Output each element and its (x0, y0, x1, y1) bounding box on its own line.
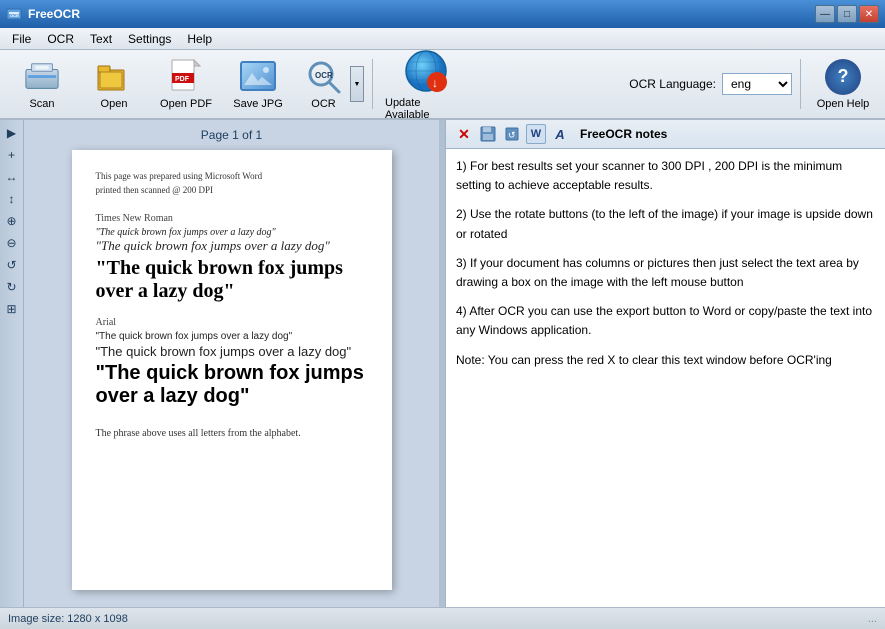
app-icon: OCR (6, 6, 22, 22)
fit-height-button[interactable]: ↕ (3, 190, 21, 208)
ocr-language-select[interactable]: eng fra deu (722, 73, 792, 95)
nav-button[interactable]: ▶ (3, 124, 21, 142)
svg-text:OCR: OCR (315, 71, 333, 80)
rotate-icon: ↺ (504, 126, 520, 142)
fit-width-button[interactable]: ↔ (3, 168, 21, 186)
scan-icon (24, 59, 60, 95)
open-pdf-label: Open PDF (160, 98, 212, 110)
rotate-right-button[interactable]: ↻ (3, 278, 21, 296)
save-text-button[interactable] (478, 124, 498, 144)
status-dots: ... (868, 613, 877, 625)
zoom-plus-button[interactable]: ⊕ (3, 212, 21, 230)
menu-file[interactable]: File (4, 30, 39, 48)
image-area[interactable]: Page 1 of 1 This page was prepared using… (24, 120, 439, 607)
page-indicator: Page 1 of 1 (201, 128, 262, 142)
note-5: Note: You can press the red X to clear t… (456, 351, 875, 370)
zoom-minus-button[interactable]: ⊖ (3, 234, 21, 252)
toolbar-separator-2 (800, 59, 801, 109)
ocr-language-label: OCR Language: (629, 77, 716, 91)
ocr-label: OCR (311, 98, 335, 110)
page-footer-section: The phrase above uses all letters from t… (96, 428, 368, 439)
page-intro-text: This page was prepared using Microsoft W… (96, 170, 368, 197)
note-2: 2) Use the rotate buttons (to the left o… (456, 205, 875, 243)
arial-section: Arial "The quick brown fox jumps over a … (96, 317, 368, 408)
toolbar-separator-1 (372, 59, 373, 109)
update-available-button[interactable]: ↓ Update Available (381, 44, 471, 125)
status-bar: Image size: 1280 x 1098 ... (0, 607, 885, 629)
font2-quote3: "The quick brown fox jumps over a lazy d… (96, 362, 368, 408)
font2-label: Arial (96, 317, 368, 328)
image-size-label: Image size: 1280 x 1098 (8, 613, 128, 625)
close-button[interactable]: ✕ (859, 5, 879, 23)
svg-text:↓: ↓ (432, 76, 438, 90)
note-4: 4) After OCR you can use the export butt… (456, 302, 875, 340)
title-bar-left: OCR FreeOCR (6, 6, 80, 22)
ocr-dropdown-icon: ▼ (354, 81, 361, 88)
svg-text:↺: ↺ (508, 130, 516, 140)
right-panel: ✕ ↺ W A FreeOCR notes 1) For best result… (445, 120, 885, 607)
clear-text-button[interactable]: ✕ (454, 124, 474, 144)
left-toolbar: ▶ + ↔ ↕ ⊕ ⊖ ↺ ↻ ⊞ (0, 120, 24, 607)
font1-quote3: "The quick brown fox jumps over a lazy d… (96, 257, 368, 303)
ocr-button[interactable]: OCR OCR (296, 55, 350, 113)
font1-quote2: "The quick brown fox jumps over a lazy d… (96, 238, 368, 254)
update-label: Update Available (385, 97, 467, 121)
font-button[interactable]: A (550, 124, 570, 144)
toolbar: Scan Open PDF Open PDF (0, 50, 885, 120)
update-icon: ↓ (403, 48, 449, 97)
open-help-button[interactable]: ? Open Help (809, 55, 877, 113)
scan-label: Scan (29, 98, 54, 110)
ocr-button-group: OCR OCR ▼ (296, 55, 364, 113)
help-label: Open Help (817, 98, 870, 110)
font1-quote1: "The quick brown fox jumps over a lazy d… (96, 227, 368, 238)
ocr-icon: OCR (306, 59, 342, 95)
scan-button[interactable]: Scan (8, 55, 76, 113)
app-title: FreeOCR (28, 7, 80, 21)
panel-title: FreeOCR notes (580, 127, 877, 141)
maximize-button[interactable]: □ (837, 5, 857, 23)
open-pdf-icon: PDF (168, 59, 204, 95)
open-label: Open (101, 98, 128, 110)
menu-text[interactable]: Text (82, 30, 120, 48)
save-jpg-icon (240, 59, 276, 95)
open-button[interactable]: Open (80, 55, 148, 113)
rotate-left-button[interactable]: ↺ (3, 256, 21, 274)
grid-button[interactable]: ⊞ (3, 300, 21, 318)
main-content: ▶ + ↔ ↕ ⊕ ⊖ ↺ ↻ ⊞ Page 1 of 1 This page … (0, 120, 885, 607)
save-icon (480, 126, 496, 142)
minimize-button[interactable]: — (815, 5, 835, 23)
times-new-roman-section: Times New Roman "The quick brown fox jum… (96, 213, 368, 303)
help-icon: ? (825, 59, 861, 95)
page-footer-text: The phrase above uses all letters from t… (96, 428, 368, 439)
save-jpg-button[interactable]: Save JPG (224, 55, 292, 113)
page-canvas: This page was prepared using Microsoft W… (72, 150, 392, 590)
title-bar-controls: — □ ✕ (815, 5, 879, 23)
export-word-button[interactable]: W (526, 124, 546, 144)
save-jpg-label: Save JPG (233, 98, 283, 110)
open-pdf-button[interactable]: PDF Open PDF (152, 55, 220, 113)
note-1: 1) For best results set your scanner to … (456, 157, 875, 195)
font1-label: Times New Roman (96, 213, 368, 224)
open-icon (96, 59, 132, 95)
menu-help[interactable]: Help (179, 30, 220, 48)
ocr-language-area: OCR Language: eng fra deu (629, 73, 792, 95)
font2-quote1: "The quick brown fox jumps over a lazy d… (96, 331, 368, 342)
font2-quote2: "The quick brown fox jumps over a lazy d… (96, 344, 368, 359)
menu-ocr[interactable]: OCR (39, 30, 82, 48)
right-panel-content[interactable]: 1) For best results set your scanner to … (446, 149, 885, 607)
note-3: 3) If your document has columns or pictu… (456, 254, 875, 292)
ocr-dropdown-button[interactable]: ▼ (350, 66, 364, 102)
rotate-text-button[interactable]: ↺ (502, 124, 522, 144)
title-bar: OCR FreeOCR — □ ✕ (0, 0, 885, 28)
right-panel-header: ✕ ↺ W A FreeOCR notes (446, 120, 885, 149)
menu-settings[interactable]: Settings (120, 30, 179, 48)
svg-text:PDF: PDF (175, 76, 190, 83)
svg-text:OCR: OCR (10, 13, 19, 18)
zoom-in-button[interactable]: + (3, 146, 21, 164)
